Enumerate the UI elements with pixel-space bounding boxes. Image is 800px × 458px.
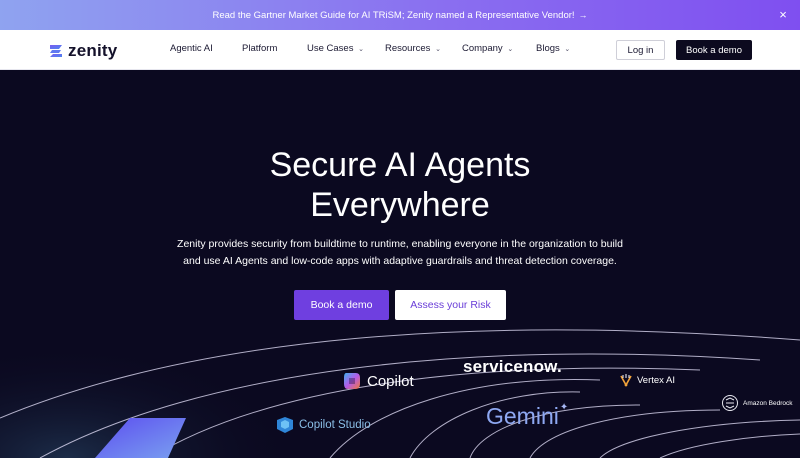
- hero-subtitle-line-1: Zenity provides security from buildtime …: [177, 238, 623, 250]
- nav-item-use-cases[interactable]: Use Cases ⌄: [307, 43, 364, 54]
- nav-item-label: Company: [462, 43, 503, 54]
- close-icon[interactable]: ×: [776, 8, 790, 22]
- amazon-bedrock-label: Amazon Bedrock: [743, 399, 793, 407]
- chevron-down-icon: ⌄: [358, 46, 364, 53]
- amazon-bedrock-icon: [722, 395, 738, 411]
- top-navigation: zenity Agentic AI Platform Use Cases ⌄ R…: [0, 30, 800, 70]
- copilot-studio-logo: Copilot Studio: [275, 416, 371, 434]
- chevron-down-icon: ⌄: [564, 46, 571, 53]
- nav-item-label: Blogs: [536, 43, 560, 54]
- nav-item-resources[interactable]: Resources ⌄: [385, 43, 441, 54]
- book-demo-nav-button[interactable]: Book a demo: [676, 40, 752, 60]
- hero-title-line-2: Everywhere: [310, 186, 490, 224]
- nav-item-label: Agentic AI: [170, 43, 213, 54]
- chevron-down-icon: ⌄: [435, 46, 441, 53]
- vertex-ai-label: Vertex AI: [637, 374, 676, 386]
- nav-item-agentic-ai[interactable]: Agentic AI: [170, 43, 213, 54]
- nav-item-platform[interactable]: Platform: [242, 43, 277, 54]
- nav-item-label: Resources: [385, 43, 431, 54]
- hero-section: Secure AI Agents Everywhere Zenity provi…: [0, 70, 800, 458]
- copilot-studio-label: Copilot Studio: [299, 419, 371, 431]
- book-demo-button[interactable]: Book a demo: [294, 290, 389, 320]
- hero-title-line-1: Secure AI Agents: [269, 146, 531, 184]
- vertex-ai-icon: [620, 374, 632, 387]
- nav-item-company[interactable]: Company ⌄: [462, 43, 513, 54]
- hero-subtitle: Zenity provides security from buildtime …: [150, 236, 650, 270]
- nav-item-label: Platform: [242, 43, 278, 54]
- vertex-ai-logo: Vertex AI: [619, 373, 675, 387]
- nav-item-blogs[interactable]: Blogs ⌄: [536, 43, 570, 54]
- copilot-logo: Copilot: [341, 370, 414, 392]
- sparkle-icon: ✦: [559, 402, 569, 413]
- arrow-right-icon: →: [578, 10, 588, 20]
- hero-title: Secure AI Agents Everywhere: [0, 145, 800, 225]
- announcement-text[interactable]: Read the Gartner Market Guide for AI TRi…: [212, 10, 574, 21]
- hero-subtitle-line-2: and use AI Agents and low-code apps with…: [183, 255, 617, 267]
- copilot-studio-icon: [277, 417, 293, 433]
- assess-risk-button[interactable]: Assess your Risk: [395, 290, 506, 320]
- servicenow-label: servicenow.: [463, 357, 562, 376]
- copilot-icon: [344, 373, 360, 389]
- servicenow-logo: servicenow.: [463, 357, 562, 377]
- amazon-bedrock-logo: Amazon Bedrock: [721, 394, 793, 412]
- copilot-label: Copilot: [367, 372, 414, 390]
- gemini-label: Gemini: [486, 403, 559, 429]
- zenity-logo[interactable]: zenity: [48, 41, 117, 61]
- announcement-bar[interactable]: Read the Gartner Market Guide for AI TRi…: [0, 0, 800, 30]
- chevron-down-icon: ⌄: [507, 46, 514, 53]
- nav-item-label: Use Cases: [307, 43, 354, 54]
- gemini-logo: Gemini ✦: [486, 402, 572, 430]
- logo-text: zenity: [68, 41, 118, 60]
- zenity-logo-icon: [50, 45, 62, 57]
- login-button[interactable]: Log in: [616, 40, 665, 60]
